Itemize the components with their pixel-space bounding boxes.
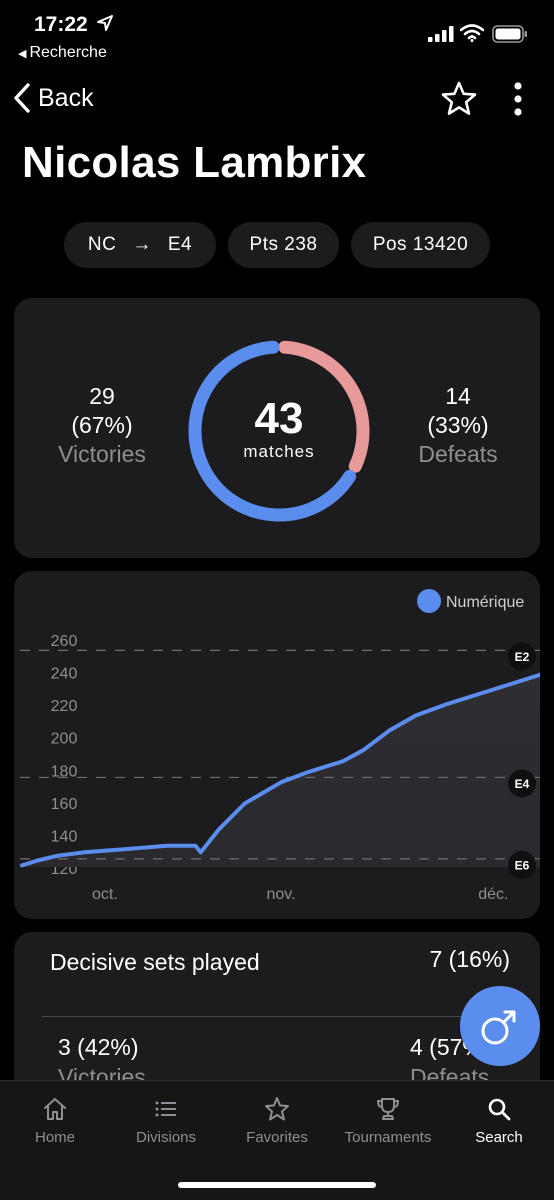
trophy-icon — [377, 1098, 399, 1120]
tab-tournaments[interactable]: Tournaments — [333, 1095, 443, 1146]
back-to-app-label: Recherche — [29, 44, 107, 61]
back-to-app-link[interactable]: ◀ Recherche — [18, 44, 107, 62]
victories-label: Victories — [58, 441, 146, 467]
star-icon — [265, 1097, 289, 1121]
decisive-victories-value: 3 (42%) — [58, 1034, 139, 1060]
y-tick-label: 220 — [51, 698, 78, 715]
total-matches-label: matches — [243, 442, 315, 461]
back-triangle-icon: ◀ — [18, 48, 27, 60]
tab-home-label: Home — [34, 1129, 75, 1146]
tab-favorites[interactable]: Favorites — [222, 1095, 332, 1146]
y-tick-label: 200 — [51, 731, 78, 748]
tab-divisions[interactable]: Divisions — [111, 1095, 221, 1146]
rank-progress-chip[interactable]: NC → E4 — [64, 222, 216, 268]
legend-label: Numérique — [446, 594, 524, 611]
rank-from: NC — [87, 234, 117, 255]
status-bar: 17:22 ◀ Recherche — [0, 0, 554, 70]
y-tick-label: 160 — [51, 796, 78, 813]
decisive-sets-title: Decisive sets played — [50, 949, 260, 975]
y-tick-label: 240 — [51, 666, 78, 683]
back-label: Back — [38, 83, 94, 112]
male-symbol-icon — [481, 1010, 516, 1045]
magnifier-icon — [488, 1098, 511, 1121]
x-tick-label: oct. — [92, 886, 118, 903]
defeats-stat: 14 (33%) Defeats — [388, 382, 528, 469]
points-history-card: Numérique 260 240 220 200 180 160 140 120 E2 E4 E6 o… — [14, 571, 540, 919]
position-chip[interactable]: Pos 13420 — [351, 222, 490, 268]
threshold-label: E6 — [515, 858, 530, 872]
chevron-left-icon — [14, 83, 30, 113]
tab-favorites-label: Favorites — [246, 1129, 308, 1146]
y-tick-label: 260 — [51, 633, 78, 650]
x-tick-label: déc. — [478, 886, 508, 903]
tab-divisions-label: Divisions — [135, 1129, 196, 1146]
y-tick-label: 140 — [51, 828, 78, 845]
gender-filter-button[interactable] — [460, 986, 540, 1066]
cellular-signal-icon — [428, 26, 454, 42]
points-chip[interactable]: Pts 238 — [228, 222, 339, 268]
victories-pct: (67%) — [71, 412, 133, 438]
tab-tournaments-label: Tournaments — [344, 1129, 432, 1146]
tab-home[interactable]: Home — [0, 1095, 110, 1146]
wifi-icon — [460, 24, 484, 42]
home-indicator — [178, 1182, 376, 1188]
legend-swatch — [417, 589, 441, 613]
battery-icon — [492, 25, 527, 43]
status-time: 17:22 — [34, 13, 88, 36]
total-matches: 43 — [254, 394, 304, 443]
player-name: Nicolas Lambrix — [22, 138, 367, 187]
divider — [42, 1016, 512, 1017]
rank-arrow: → — [132, 234, 152, 255]
x-tick-label: nov. — [266, 886, 295, 903]
location-arrow-icon — [97, 15, 113, 31]
match-summary-card: 29 (67%) Victories 43 matches 14 (33%) D… — [14, 298, 540, 558]
back-button[interactable]: Back — [12, 80, 94, 116]
threshold-label: E4 — [515, 777, 530, 791]
decisive-sets-value: 7 (16%) — [429, 946, 510, 972]
chart-legend: Numérique — [417, 589, 524, 613]
more-options-icon[interactable] — [510, 82, 526, 118]
defeats-label: Defeats — [418, 441, 498, 467]
house-icon — [44, 1098, 66, 1120]
threshold-label: E2 — [515, 650, 530, 664]
series-area — [22, 674, 540, 867]
favorite-star-icon[interactable] — [440, 80, 478, 118]
tab-search[interactable]: Search — [444, 1095, 554, 1146]
victories-count: 29 — [89, 383, 115, 409]
list-icon — [155, 1101, 176, 1117]
tab-search-label: Search — [475, 1129, 523, 1146]
points-history-chart: Numérique260240220200180160140120E2E4E6o… — [20, 589, 540, 903]
defeats-pct: (33%) — [427, 412, 489, 438]
ranking-chips: NC → E4 Pts 238 Pos 13420 — [0, 222, 554, 268]
victories-stat: 29 (67%) Victories — [32, 382, 172, 469]
donut-center: 43 matches — [186, 338, 372, 524]
defeats-count: 14 — [445, 383, 471, 409]
rank-to: E4 — [167, 234, 193, 255]
